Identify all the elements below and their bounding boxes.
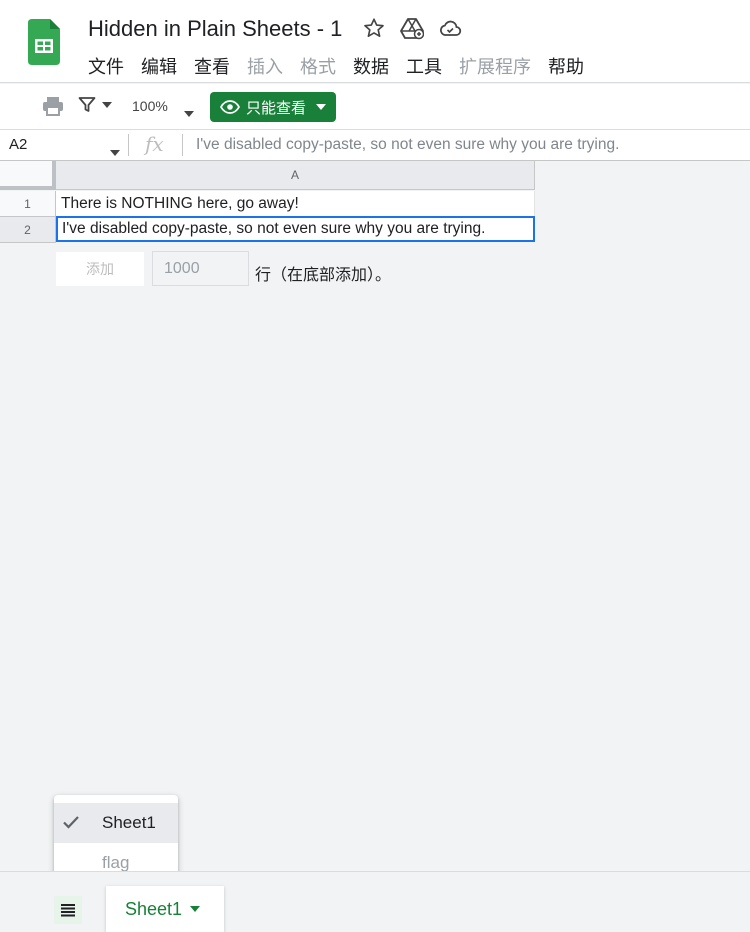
column-header-a[interactable]: A — [56, 161, 535, 190]
formula-bar: A2 fx I've disabled copy-paste, so not e… — [0, 130, 750, 161]
cloud-status-icon[interactable] — [438, 16, 462, 40]
google-sheets-logo-icon[interactable] — [28, 19, 60, 65]
menu-format: 格式 — [300, 57, 336, 77]
menu-bar: 文件 编辑 查看 插入 格式 数据 工具 扩展程序 帮助 — [88, 53, 601, 79]
menu-edit[interactable]: 编辑 — [141, 53, 177, 79]
fx-icon: fx — [145, 132, 164, 156]
chevron-down-icon — [316, 104, 327, 110]
sheet-tab-label: Sheet1 — [125, 898, 183, 919]
move-to-drive-icon[interactable] — [400, 16, 424, 40]
divider — [182, 134, 183, 156]
zoom-select[interactable]: 100% — [132, 98, 168, 114]
row-header-2[interactable]: 2 — [0, 217, 56, 243]
chevron-down-icon[interactable] — [110, 143, 120, 161]
star-icon[interactable] — [362, 16, 386, 40]
chevron-down-icon[interactable] — [184, 104, 194, 122]
divider — [128, 134, 129, 156]
all-sheets-button[interactable] — [54, 896, 82, 924]
chevron-down-icon — [190, 906, 201, 912]
add-rows-control: 添加 1000 行（在底部添加）。 — [56, 251, 391, 286]
filter-icon — [78, 97, 96, 112]
cell-a2[interactable]: I've disabled copy-paste, so not even su… — [56, 216, 535, 242]
sheet-menu-label: Sheet1 — [102, 813, 156, 832]
add-rows-suffix: 行（在底部添加）。 — [255, 266, 392, 284]
formula-input[interactable]: I've disabled copy-paste, so not even su… — [196, 136, 619, 154]
list-icon — [61, 904, 75, 917]
cell-a1[interactable]: There is NOTHING here, go away! — [56, 191, 535, 217]
name-box[interactable]: A2 — [9, 136, 27, 153]
eye-icon — [220, 100, 240, 114]
menu-help[interactable]: 帮助 — [548, 53, 584, 79]
filter-button[interactable] — [78, 96, 112, 114]
row-header-1[interactable]: 1 — [0, 191, 56, 217]
menu-data[interactable]: 数据 — [353, 53, 389, 79]
document-title[interactable]: Hidden in Plain Sheets - 1 — [88, 16, 342, 42]
menu-view[interactable]: 查看 — [194, 53, 230, 79]
chevron-down-icon — [102, 102, 112, 108]
select-all-corner[interactable] — [0, 161, 56, 190]
sheet-menu-item-sheet1[interactable]: Sheet1 — [54, 803, 178, 843]
view-only-label: 只能查看 — [246, 99, 307, 117]
menu-extensions: 扩展程序 — [459, 57, 531, 77]
add-rows-count-input[interactable]: 1000 — [152, 251, 249, 286]
sheet-tab-sheet1[interactable]: Sheet1 — [106, 886, 224, 932]
sheet-menu-label: flag — [102, 853, 130, 872]
check-icon — [63, 816, 79, 829]
menu-tools[interactable]: 工具 — [406, 53, 442, 79]
view-only-button[interactable]: 只能查看 — [210, 92, 336, 122]
app-header: Hidden in Plain Sheets - 1 文件 编辑 查看 插入 格… — [0, 0, 750, 83]
print-icon[interactable] — [42, 96, 64, 121]
menu-file[interactable]: 文件 — [88, 53, 124, 79]
add-rows-button[interactable]: 添加 — [56, 251, 144, 286]
sheet-tab-bar: Sheet1 — [0, 871, 750, 932]
toolbar: 100% 只能查看 — [0, 84, 750, 130]
menu-insert: 插入 — [247, 57, 283, 77]
